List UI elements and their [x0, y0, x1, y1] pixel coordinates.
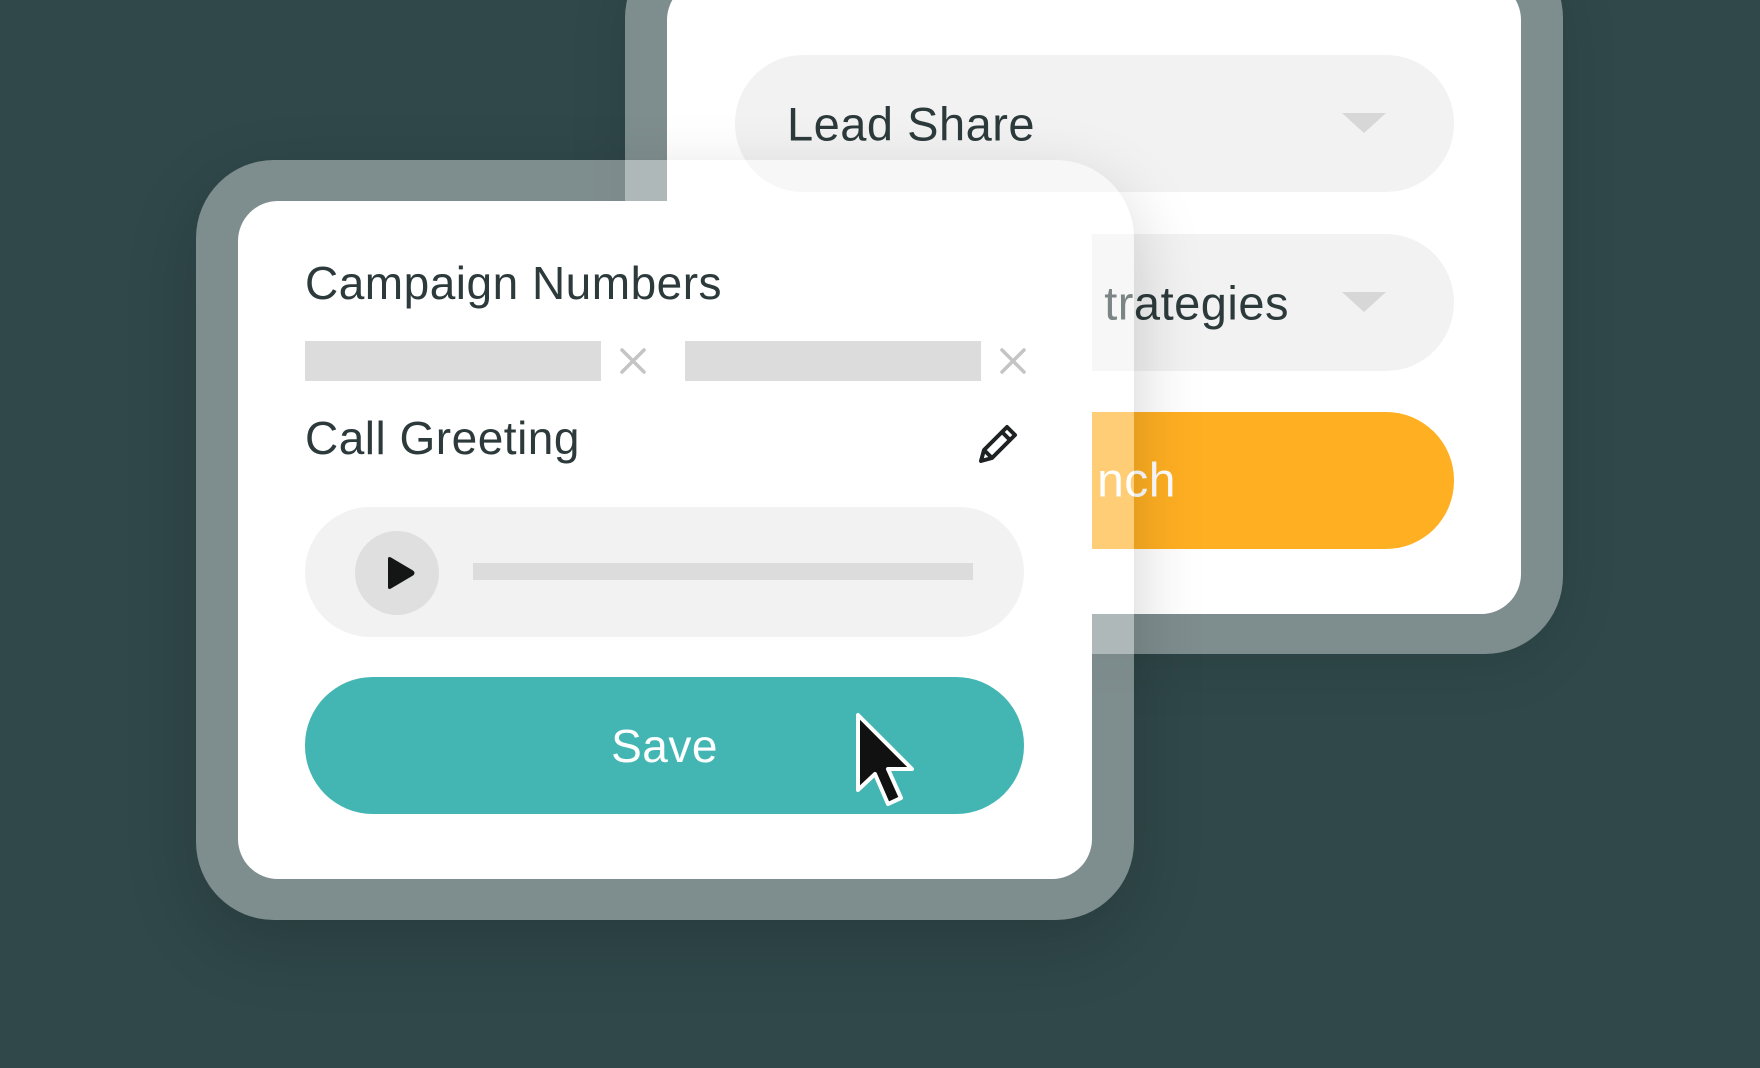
play-button[interactable] — [355, 531, 439, 615]
campaign-number-chip[interactable] — [305, 341, 601, 381]
lead-share-label: Lead Share — [787, 97, 1036, 150]
pencil-icon[interactable] — [973, 419, 1023, 469]
audio-player — [305, 507, 1024, 637]
campaign-numbers-title: Campaign Numbers — [305, 257, 723, 309]
call-greeting-title: Call Greeting — [305, 412, 580, 464]
play-icon — [388, 557, 415, 589]
audio-progress-track[interactable] — [473, 563, 973, 580]
chevron-down-icon — [1342, 113, 1386, 133]
close-icon[interactable] — [993, 341, 1033, 381]
close-icon[interactable] — [613, 341, 653, 381]
save-button[interactable]: Save — [305, 677, 1024, 814]
front-card: Campaign Numbers Call Greeting Save — [238, 201, 1092, 879]
chevron-down-icon — [1342, 292, 1386, 312]
campaign-number-chip[interactable] — [685, 341, 981, 381]
save-button-label: Save — [611, 719, 718, 772]
